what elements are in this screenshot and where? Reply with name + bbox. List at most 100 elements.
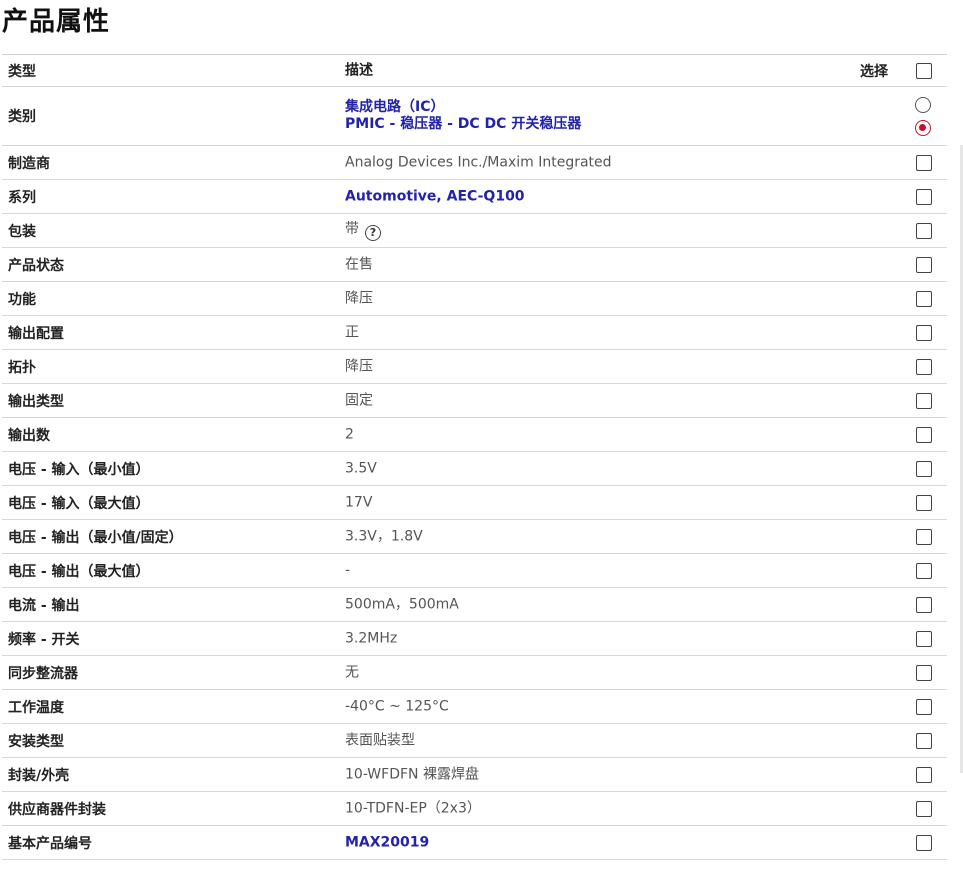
page-title: 产品属性	[2, 7, 111, 37]
header-select: 选择	[860, 63, 888, 80]
row-checkbox[interactable]	[916, 290, 932, 307]
table-row: 功能 降压	[2, 282, 947, 316]
row-checkbox[interactable]	[916, 800, 932, 817]
table-row: 电流 - 输出 500mA，500mA	[2, 588, 947, 622]
row-label: 电压 - 输出（最大值）	[8, 563, 150, 580]
table-row: 拓扑 降压	[2, 350, 947, 384]
row-label: 功能	[8, 291, 36, 308]
row-checkbox[interactable]	[916, 766, 932, 783]
table-row: 电压 - 输入（最大值） 17V	[2, 486, 947, 520]
row-label: 产品状态	[8, 257, 64, 274]
header-description: 描述	[345, 62, 373, 78]
row-checkbox[interactable]	[916, 596, 932, 613]
row-value: 3.5V	[345, 460, 377, 476]
row-value: 在售	[345, 256, 373, 272]
table-row: 产品状态 在售	[2, 248, 947, 282]
row-value: 10-WFDFN 裸露焊盘	[345, 766, 479, 782]
row-value: 无	[345, 664, 359, 680]
row-checkbox[interactable]	[916, 426, 932, 443]
row-label: 制造商	[8, 155, 50, 172]
row-checkbox[interactable]	[916, 698, 932, 715]
row-label: 系列	[8, 189, 36, 206]
row-label: 输出配置	[8, 325, 64, 342]
row-label: 同步整流器	[8, 665, 78, 682]
row-label: 输出类型	[8, 393, 64, 410]
product-attributes-table: 类型 描述 选择 类别 集成电路（IC） PMIC - 稳压器 - DC DC …	[2, 54, 947, 860]
row-value: 降压	[345, 290, 373, 306]
table-row: 系列 Automotive, AEC-Q100	[2, 180, 947, 214]
row-checkbox[interactable]	[916, 664, 932, 681]
row-label: 安装类型	[8, 733, 64, 750]
row-value: 3.3V，1.8V	[345, 528, 423, 544]
table-row: 制造商 Analog Devices Inc./Maxim Integrated	[2, 146, 947, 180]
base-part-number-link[interactable]: MAX20019	[345, 834, 429, 851]
help-icon[interactable]: ?	[365, 224, 381, 241]
row-label: 供应商器件封装	[8, 801, 106, 818]
row-checkbox[interactable]	[916, 562, 932, 579]
row-checkbox[interactable]	[916, 528, 932, 545]
row-label: 基本产品编号	[8, 835, 92, 852]
row-value: 带?	[345, 221, 381, 241]
series-link[interactable]: Automotive, AEC-Q100	[345, 188, 525, 205]
row-value: Analog Devices Inc./Maxim Integrated	[345, 154, 612, 170]
table-row: 电压 - 输出（最大值） -	[2, 554, 947, 588]
row-checkbox[interactable]	[916, 324, 932, 341]
table-row: 工作温度 -40°C ~ 125°C	[2, 690, 947, 724]
category-description: 集成电路（IC） PMIC - 稳压器 - DC DC 开关稳压器	[345, 99, 581, 133]
row-value: 表面贴装型	[345, 732, 415, 748]
row-label: 电压 - 输入（最小值）	[8, 461, 150, 478]
row-checkbox[interactable]	[916, 630, 932, 647]
row-label: 类别	[8, 109, 36, 125]
row-value: 正	[345, 324, 359, 340]
row-checkbox[interactable]	[916, 392, 932, 409]
row-checkbox[interactable]	[916, 154, 932, 171]
row-label: 电压 - 输出（最小值/固定）	[8, 529, 183, 546]
row-checkbox[interactable]	[916, 222, 932, 239]
row-label: 工作温度	[8, 699, 64, 716]
row-checkbox[interactable]	[916, 188, 932, 205]
row-label: 包装	[8, 223, 36, 240]
row-label: 输出数	[8, 427, 50, 444]
row-value: 3.2MHz	[345, 630, 398, 646]
row-label: 频率 - 开关	[8, 631, 80, 648]
header-type: 类型	[8, 63, 36, 80]
row-label: 封装/外壳	[8, 767, 70, 784]
category-link-ic[interactable]: 集成电路（IC）	[345, 99, 581, 116]
row-checkbox[interactable]	[916, 460, 932, 477]
row-value: 10-TDFN-EP（2x3）	[345, 800, 481, 816]
row-value: -	[345, 562, 351, 578]
table-row: 输出类型 固定	[2, 384, 947, 418]
row-checkbox[interactable]	[916, 834, 932, 851]
category-link-pmic[interactable]: PMIC - 稳压器 - DC DC 开关稳压器	[345, 116, 581, 133]
row-value: 固定	[345, 392, 373, 408]
row-value: 降压	[345, 358, 373, 374]
table-row: 同步整流器 无	[2, 656, 947, 690]
category-radio-pmic-selected[interactable]	[915, 120, 931, 136]
table-row: 包装 带?	[2, 214, 947, 248]
table-row: 输出配置 正	[2, 316, 947, 350]
table-row: 安装类型 表面贴装型	[2, 724, 947, 758]
table-header-row: 类型 描述 选择	[2, 55, 947, 87]
row-checkbox[interactable]	[916, 358, 932, 375]
table-row: 基本产品编号 MAX20019	[2, 826, 947, 860]
select-all-checkbox[interactable]	[916, 62, 932, 79]
table-row: 电压 - 输出（最小值/固定） 3.3V，1.8V	[2, 520, 947, 554]
packaging-value: 带	[345, 220, 359, 237]
row-label: 电压 - 输入（最大值）	[8, 495, 150, 512]
category-radio-ic[interactable]	[915, 97, 931, 113]
table-row: 频率 - 开关 3.2MHz	[2, 622, 947, 656]
table-row: 电压 - 输入（最小值） 3.5V	[2, 452, 947, 486]
row-value: 2	[345, 426, 354, 442]
row-value: -40°C ~ 125°C	[345, 698, 449, 714]
row-label: 拓扑	[8, 359, 36, 376]
table-row: 封装/外壳 10-WFDFN 裸露焊盘	[2, 758, 947, 792]
row-value: 17V	[345, 494, 373, 510]
row-label: 电流 - 输出	[8, 597, 80, 614]
table-row-category: 类别 集成电路（IC） PMIC - 稳压器 - DC DC 开关稳压器	[2, 87, 947, 146]
table-row: 输出数 2	[2, 418, 947, 452]
row-value: 500mA，500mA	[345, 596, 459, 612]
row-checkbox[interactable]	[916, 732, 932, 749]
row-checkbox[interactable]	[916, 494, 932, 511]
row-checkbox[interactable]	[916, 256, 932, 273]
table-row: 供应商器件封装 10-TDFN-EP（2x3）	[2, 792, 947, 826]
